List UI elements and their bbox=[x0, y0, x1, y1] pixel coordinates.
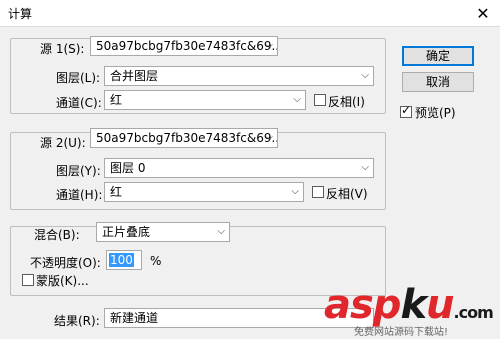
opacity-value: 100 bbox=[109, 253, 134, 267]
chevron-down-icon: ⌵ bbox=[361, 162, 369, 173]
chevron-down-icon: ⌵ bbox=[217, 226, 225, 237]
result-value: 新建通道 bbox=[110, 311, 159, 325]
opacity-input[interactable]: 100 bbox=[106, 250, 142, 270]
source1-layer-select[interactable]: 合并图层 ⌵ bbox=[104, 66, 374, 86]
source1-file-value: 50a97bcbg7fb30e7483fc&69... bbox=[96, 39, 278, 53]
source2-layer-select[interactable]: 图层 0 ⌵ bbox=[104, 158, 374, 178]
source1-invert-checkbox[interactable] bbox=[314, 94, 326, 106]
chevron-down-icon: ⌵ bbox=[265, 132, 273, 143]
ok-button[interactable]: 确定 bbox=[402, 46, 474, 66]
source2-file-select[interactable]: 50a97bcbg7fb30e7483fc&69... ⌵ bbox=[90, 128, 278, 148]
mask-checkbox[interactable] bbox=[22, 274, 34, 286]
source2-label: 源 2(U): bbox=[40, 136, 86, 150]
watermark-domain: .com bbox=[453, 303, 494, 322]
source1-invert-label[interactable]: 反相(I) bbox=[328, 93, 365, 110]
chevron-down-icon: ⌵ bbox=[361, 70, 369, 81]
source2-invert-label[interactable]: 反相(V) bbox=[326, 185, 368, 202]
chevron-down-icon: ⌵ bbox=[265, 40, 273, 51]
preview-checkbox[interactable] bbox=[400, 103, 412, 118]
watermark-logo: aspku.com 免费网站源码下载站! bbox=[324, 282, 494, 338]
source1-channel-label: 通道(C): bbox=[56, 96, 102, 110]
watermark-tagline: 免费网站源码下载站! bbox=[354, 327, 449, 338]
source2-channel-select[interactable]: 红 ⌵ bbox=[104, 182, 304, 202]
blend-mode-select[interactable]: 正片叠底 ⌵ bbox=[96, 222, 230, 242]
source2-channel-value: 红 bbox=[110, 185, 123, 199]
preview-label[interactable]: 预览(P) bbox=[415, 104, 456, 121]
chevron-down-icon: ⌵ bbox=[291, 186, 299, 197]
blend-label: 混合(B): bbox=[34, 228, 80, 242]
mask-label[interactable]: 蒙版(K)... bbox=[36, 272, 89, 289]
source1-layer-label: 图层(L): bbox=[56, 71, 101, 85]
source1-channel-value: 红 bbox=[110, 93, 123, 107]
source2-layer-label: 图层(Y): bbox=[56, 164, 101, 178]
blend-mode-value: 正片叠底 bbox=[102, 225, 151, 239]
source1-channel-select[interactable]: 红 ⌵ bbox=[104, 90, 306, 110]
source1-label: 源 1(S): bbox=[40, 42, 85, 56]
title-bar: 计算 ✕ bbox=[0, 0, 500, 27]
source2-invert-checkbox[interactable] bbox=[312, 186, 324, 198]
opacity-label: 不透明度(O): bbox=[30, 256, 101, 270]
chevron-down-icon: ⌵ bbox=[293, 94, 301, 105]
window-title: 计算 bbox=[8, 7, 33, 21]
close-icon[interactable]: ✕ bbox=[466, 0, 500, 26]
source1-file-select[interactable]: 50a97bcbg7fb30e7483fc&69... ⌵ bbox=[90, 36, 278, 56]
source2-channel-label: 通道(H): bbox=[56, 188, 103, 202]
watermark-brand-asp: asp bbox=[324, 282, 401, 328]
watermark-brand-k: k bbox=[400, 282, 427, 328]
source2-layer-value: 图层 0 bbox=[110, 161, 146, 175]
cancel-button[interactable]: 取消 bbox=[402, 72, 474, 92]
opacity-unit: % bbox=[150, 254, 162, 268]
result-label: 结果(R): bbox=[54, 314, 100, 328]
watermark-brand-u: u bbox=[426, 282, 455, 328]
source1-layer-value: 合并图层 bbox=[110, 69, 159, 83]
source2-file-value: 50a97bcbg7fb30e7483fc&69... bbox=[96, 131, 278, 145]
